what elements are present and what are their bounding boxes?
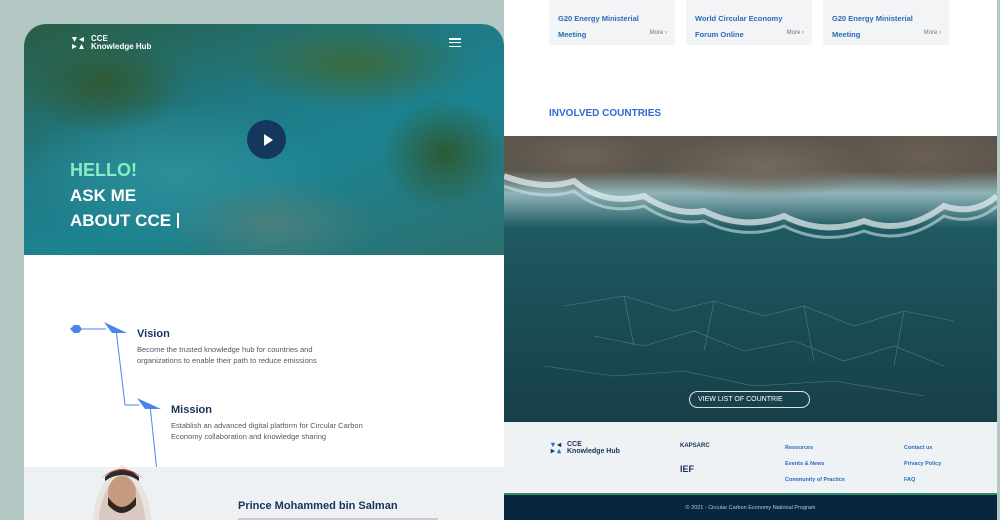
mission-arrow-icon xyxy=(137,398,161,409)
footer-link-community[interactable]: Community of Practice xyxy=(785,477,845,483)
footer-bottom-bar: © 2021 - Circular Carbon Economy Nationa… xyxy=(504,493,997,520)
involved-countries-title: INVOLVED COUNTRIES xyxy=(549,108,662,119)
logo-line-2: Knowledge Hub xyxy=(91,42,152,51)
footer-link-faq[interactable]: FAQ xyxy=(904,477,915,483)
footer-link-events-news[interactable]: Events & News xyxy=(785,461,824,467)
more-label: More xyxy=(923,30,938,36)
hero-ask: ASK ME xyxy=(70,186,137,205)
footer-link-resources[interactable]: Resources xyxy=(785,445,813,451)
typing-cursor xyxy=(177,213,179,228)
hexagon-node xyxy=(70,325,82,333)
hero-about-text: ABOUT CCE xyxy=(70,211,172,230)
more-label: More xyxy=(649,30,664,36)
view-countries-button[interactable]: VIEW LIST OF COUNTRIE xyxy=(689,391,810,408)
leader-portrait xyxy=(92,465,152,520)
more-link[interactable]: More › xyxy=(787,30,804,36)
vision-desc: Become the trusted knowledge hub for cou… xyxy=(137,345,317,365)
more-label: More xyxy=(786,30,801,36)
copyright-text: © 2021 - Circular Carbon Economy Nationa… xyxy=(685,505,816,511)
play-button[interactable] xyxy=(247,120,286,159)
chevron-right-icon: › xyxy=(802,30,804,36)
play-icon xyxy=(263,133,273,146)
vision-mission-section: Vision Become the trusted knowledge hub … xyxy=(24,255,504,467)
event-title[interactable]: G20 Energy Ministerial Meeting xyxy=(832,11,942,43)
hero-about: ABOUT CCE xyxy=(70,211,179,231)
chevron-right-icon: › xyxy=(665,30,667,36)
event-title[interactable]: G20 Energy Ministerial Meeting xyxy=(558,11,668,43)
menu-icon[interactable] xyxy=(449,38,461,47)
event-card[interactable]: G20 Energy Ministerial Meeting More › xyxy=(549,0,675,45)
leader-section: Prince Mohammed bin Salman xyxy=(24,465,504,520)
chevron-right-icon: › xyxy=(939,30,941,36)
footer-logo-line-2: Knowledge Hub xyxy=(567,448,620,455)
vision-arrow-icon xyxy=(104,322,127,333)
leader-name: Prince Mohammed bin Salman xyxy=(238,500,398,512)
more-link[interactable]: More › xyxy=(924,30,941,36)
kapsarc-logo[interactable]: KAPSARC xyxy=(680,443,710,449)
ief-logo[interactable]: IEF xyxy=(680,464,694,474)
right-panel: G20 Energy Ministerial Meeting More › Wo… xyxy=(504,0,997,520)
site-footer: CCE Knowledge Hub KAPSARC IEF Resources … xyxy=(504,422,997,492)
mission-title: Mission xyxy=(171,404,212,416)
map-borders xyxy=(504,173,997,397)
left-panel: CCE Knowledge Hub HELLO! ASK ME ABOUT CC… xyxy=(24,24,504,520)
site-logo[interactable]: CCE Knowledge Hub xyxy=(70,35,151,51)
footer-link-privacy[interactable]: Privacy Policy xyxy=(904,461,941,467)
hero-hello: HELLO! xyxy=(70,160,137,180)
cce-logo-icon xyxy=(72,37,84,49)
logo-text: CCE Knowledge Hub xyxy=(91,35,151,51)
countries-map[interactable]: VIEW LIST OF COUNTRIE xyxy=(504,136,997,422)
footer-logo[interactable]: CCE Knowledge Hub xyxy=(549,441,620,455)
hero-section: CCE Knowledge Hub HELLO! ASK ME ABOUT CC… xyxy=(24,24,504,255)
footer-logo-text: CCE Knowledge Hub xyxy=(567,441,620,455)
more-link[interactable]: More › xyxy=(650,30,667,36)
footer-logo-line-1: CCE xyxy=(567,441,582,448)
event-card[interactable]: G20 Energy Ministerial Meeting More › xyxy=(823,0,949,45)
cce-logo-icon xyxy=(550,442,562,454)
event-title[interactable]: World Circular Economy Forum Online xyxy=(695,11,805,43)
vision-title: Vision xyxy=(137,328,170,340)
event-card[interactable]: World Circular Economy Forum Online More… xyxy=(686,0,812,45)
mission-desc: Establish an advanced digital platform f… xyxy=(171,421,363,441)
footer-link-contact[interactable]: Contact us xyxy=(904,445,932,451)
